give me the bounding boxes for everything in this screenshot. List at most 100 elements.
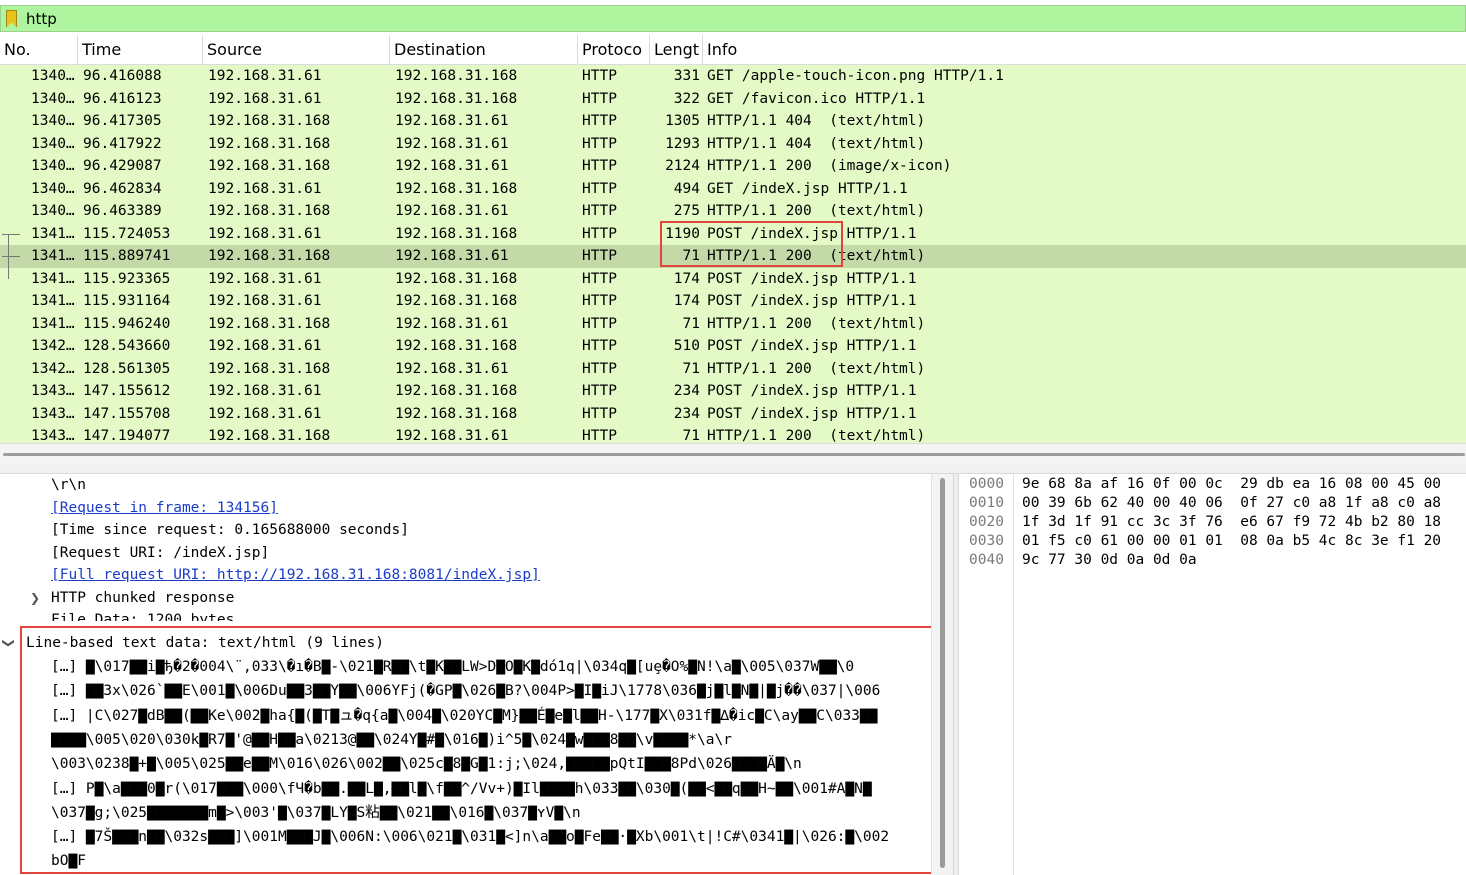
detail-request-in-frame-link[interactable]: [Request in frame: 134156] [51, 497, 278, 520]
packet-row[interactable]: 1340… 96.416123 192.168.31.61 192.168.31.16… [0, 87, 1466, 110]
column-header-protocol[interactable]: Protoco [578, 35, 650, 65]
packet-cell-dst: 192.168.31.61 [395, 113, 509, 129]
packet-cell-no: 1340… [31, 180, 75, 197]
chevron-right-icon[interactable]: ❯ [30, 591, 40, 605]
packet-row[interactable]: 1343… 147.155612 192.168.31.61 192.168.31.1… [0, 380, 1466, 403]
text-data-line[interactable]: […] |C\027▇dB▇▇(▇▇Ke\002▇ha{▇(▇T▇ュ�q{a▇\… [51, 705, 929, 728]
column-header-time[interactable]: Time [78, 35, 203, 65]
text-data-line[interactable]: […] ▇\017▇▇i▇ђ�2�004\¨,033\�ı�B▇-\021▇R▇… [51, 656, 929, 679]
byte-offset: 0030 [969, 533, 1004, 549]
packet-cell-len: 71 [682, 248, 700, 264]
packet-cell-dst: 192.168.31.168 [395, 180, 518, 197]
detail-crlf[interactable]: \r\n [51, 474, 86, 497]
column-header-info[interactable]: Info [703, 35, 1466, 65]
packet-cell-no: 1341… [31, 225, 75, 242]
packet-cell-no: 1343… [31, 383, 75, 399]
packet-cell-dst: 192.168.31.168 [395, 293, 518, 309]
detail-time-since-request[interactable]: [Time since request: 0.165688000 seconds… [51, 519, 409, 542]
packet-cell-info: POST /indeX.jsp HTTP/1.1 [707, 270, 917, 287]
packet-cell-time: 115.889741 [83, 248, 171, 264]
packet-row[interactable]: 1340… 96.416088 192.168.31.61 192.168.31.16… [0, 65, 1466, 88]
packet-cell-dst: 192.168.31.61 [395, 428, 509, 443]
text-data-line[interactable]: \003\0238▇+▇\005\025▇▇e▇▇M\016\026\002▇▇… [51, 753, 929, 776]
packet-cell-info: GET /favicon.ico HTTP/1.1 [707, 90, 926, 107]
packet-row[interactable]: 1340… 96.429087 192.168.31.168 192.168.31.6… [0, 155, 1466, 178]
packet-row[interactable]: 1340… 96.417305 192.168.31.168 192.168.31.6… [0, 110, 1466, 133]
byte-hex-row[interactable]: 1f 3d 1f 91 cc 3c 3f 76 e6 67 f9 72 4b b… [1022, 513, 1441, 532]
detail-file-data[interactable]: File Data: 1200 bytes [51, 609, 234, 621]
packet-cell-src: 192.168.31.168 [208, 428, 331, 443]
chevron-down-icon[interactable]: ❯ [2, 638, 16, 648]
packet-row[interactable]: 1341… 115.724053 192.168.31.61 192.168.31.1… [0, 222, 1466, 245]
packet-cell-time: 147.155708 [83, 405, 171, 422]
packet-cell-info: POST /indeX.jsp HTTP/1.1 [707, 225, 917, 242]
byte-offset: 0010 [969, 495, 1004, 511]
display-filter-bar[interactable]: http [0, 5, 1466, 32]
packet-row[interactable]: 1340… 96.462834 192.168.31.61 192.168.31.16… [0, 177, 1466, 200]
packet-list[interactable]: 1340… 96.416088 192.168.31.61 192.168.31.16… [0, 65, 1466, 443]
packet-cell-no: 1341… [31, 248, 75, 264]
packet-cell-time: 147.155612 [83, 383, 171, 399]
detail-request-uri[interactable]: [Request URI: /indeX.jsp] [51, 542, 269, 565]
packet-bytes-pane[interactable]: 0000 9e 68 8a af 16 0f 00 0c 29 db ea 16 … [959, 474, 1466, 875]
packet-cell-info: HTTP/1.1 200 (text/html) [707, 315, 926, 332]
packet-cell-len: 234 [673, 383, 700, 399]
filter-input[interactable]: http [26, 10, 57, 28]
text-data-line[interactable]: […] P▇\a▇▇▇0▇r(\017▇▇▇\000\fЧ�b▇▇.▇▇L▇,▇… [51, 778, 929, 801]
column-header-destination[interactable]: Destination [390, 35, 578, 65]
packet-cell-src: 192.168.31.168 [208, 248, 331, 264]
text-data-line[interactable]: \037▇g;\025▇▇▇▇▇▇▇m▇>\003'▇\037▇LY▇S粘▇▇\… [51, 802, 929, 825]
packet-cell-info: GET /indeX.jsp HTTP/1.1 [707, 180, 908, 197]
packet-cell-len: 71 [682, 428, 700, 443]
text-data-line[interactable]: ▇▇▇▇\005\020\030k▇R7▇'@▇▇H▇▇a\0213@▇▇\02… [51, 729, 929, 752]
packet-row[interactable]: 1341… 115.923365 192.168.31.61 192.168.31.1… [0, 267, 1466, 290]
text-data-line[interactable]: bO▇F [51, 850, 929, 873]
filter-bookmark-icon[interactable] [6, 9, 17, 28]
text-data-line[interactable]: […] ▇7Š▇▇▇n▇▇\032s▇▇▇]\001M▇▇▇J▇\006N:\0… [51, 826, 929, 849]
packet-cell-proto: HTTP [582, 203, 617, 219]
column-header-no[interactable]: No. [0, 35, 78, 65]
byte-offset: 0040 [969, 552, 1004, 568]
vscroll-thumb[interactable] [940, 478, 945, 868]
response-arrow-icon [2, 256, 20, 257]
details-vscrollbar[interactable] [931, 474, 953, 875]
packet-cell-info: POST /indeX.jsp HTTP/1.1 [707, 383, 917, 399]
text-data-line[interactable]: […] ▇▇3x\026`▇▇E\001▇\006Du▇▇3▇▇Y▇▇\006Y… [51, 680, 929, 703]
packet-cell-proto: HTTP [582, 248, 617, 264]
packet-row[interactable]: 1342… 128.543660 192.168.31.61 192.168.31.1… [0, 335, 1466, 358]
packet-row[interactable]: 1340… 96.417922 192.168.31.168 192.168.31.6… [0, 132, 1466, 155]
detail-line-based-text[interactable]: Line-based text data: text/html (9 lines… [26, 632, 384, 655]
packet-row[interactable]: 1343… 147.155708 192.168.31.61 192.168.31.1… [0, 402, 1466, 425]
packet-row[interactable]: 1342… 128.561305 192.168.31.168 192.168.31.… [0, 357, 1466, 380]
packet-row[interactable]: 1341… 115.931164 192.168.31.61 192.168.31.1… [0, 290, 1466, 313]
packet-cell-len: 1293 [665, 135, 700, 152]
packet-row[interactable]: 1340… 96.463389 192.168.31.168 192.168.31.6… [0, 200, 1466, 223]
packet-cell-proto: HTTP [582, 338, 617, 354]
byte-hex-row[interactable]: 9c 77 30 0d 0a 0d 0a [1022, 551, 1197, 570]
packet-cell-no: 1340… [31, 203, 75, 219]
packet-cell-src: 192.168.31.61 [208, 293, 322, 309]
column-header-length[interactable]: Lengt [650, 35, 703, 65]
detail-chunked-response[interactable]: HTTP chunked response [51, 587, 234, 610]
packet-list-hscrollbar[interactable] [0, 443, 1466, 465]
detail-full-request-uri-link[interactable]: [Full request URI: http://192.168.31.168… [51, 564, 540, 587]
packet-cell-info: HTTP/1.1 200 (text/html) [707, 428, 926, 443]
packet-cell-len: 174 [673, 270, 700, 287]
packet-cell-no: 1343… [31, 428, 75, 443]
column-header-source[interactable]: Source [203, 35, 390, 65]
byte-hex-row[interactable]: 00 39 6b 62 40 00 40 06 0f 27 c0 a8 1f a… [1022, 494, 1441, 513]
packet-cell-info: HTTP/1.1 404 (text/html) [707, 135, 926, 152]
pane-splitter[interactable] [0, 465, 1466, 474]
packet-cell-dst: 192.168.31.61 [395, 248, 509, 264]
packet-row[interactable]: 1341… 115.889741 192.168.31.168 192.168.31.… [0, 245, 1466, 268]
byte-hex-row[interactable]: 01 f5 c0 61 00 00 01 01 08 0a b5 4c 8c 3… [1022, 532, 1441, 551]
hscroll-thumb[interactable] [3, 453, 1465, 456]
packet-cell-len: 275 [673, 203, 700, 219]
packet-cell-dst: 192.168.31.61 [395, 135, 509, 152]
packet-row[interactable]: 1341… 115.946240 192.168.31.168 192.168.31.… [0, 312, 1466, 335]
packet-row[interactable]: 1343… 147.194077 192.168.31.168 192.168.31.… [0, 425, 1466, 443]
packet-cell-len: 322 [673, 90, 700, 107]
packet-details-pane[interactable]: \r\n [Request in frame: 134156] [Time si… [0, 474, 953, 875]
packet-cell-src: 192.168.31.168 [208, 360, 331, 377]
byte-hex-row[interactable]: 9e 68 8a af 16 0f 00 0c 29 db ea 16 08 0… [1022, 475, 1441, 494]
